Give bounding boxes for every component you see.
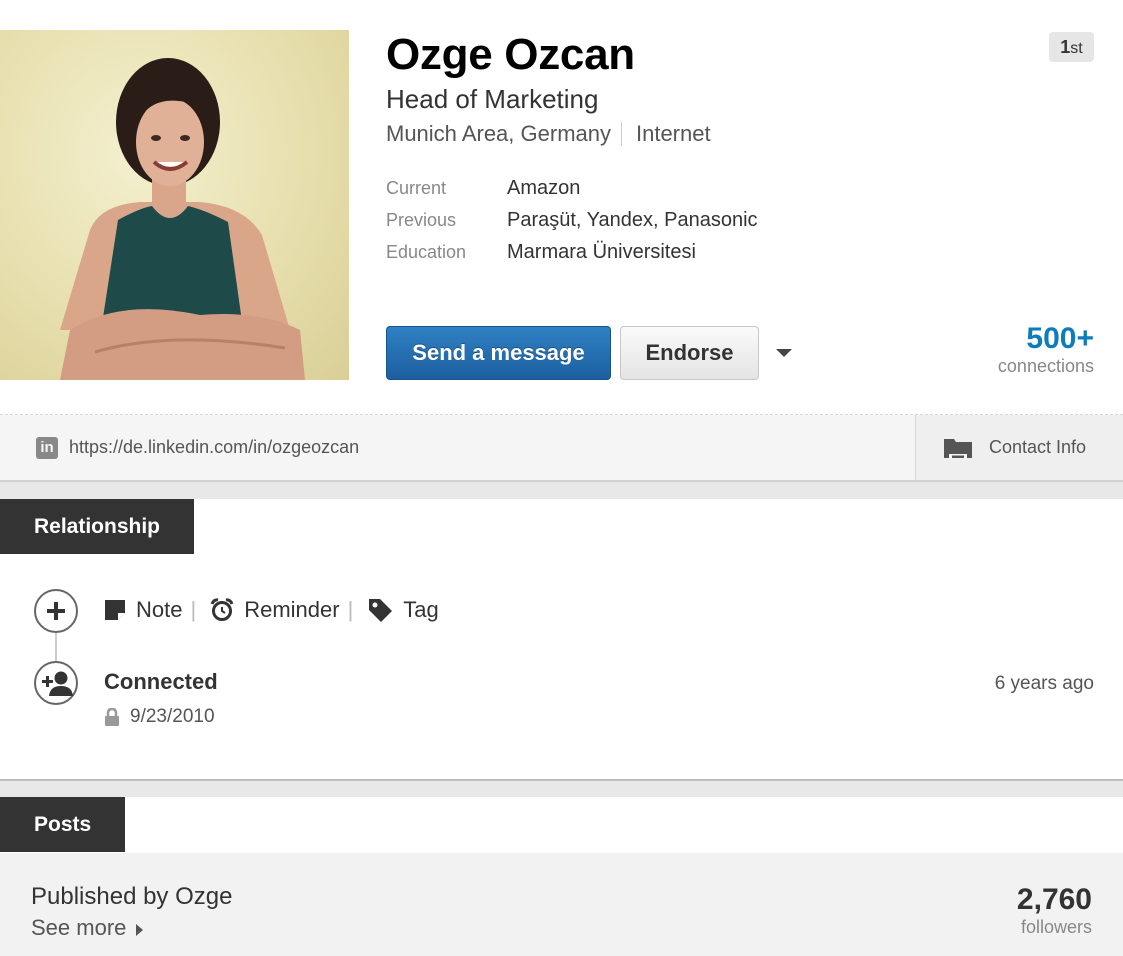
published-by-label: Published by Ozge bbox=[31, 883, 233, 910]
connections-count[interactable]: 500+ bbox=[1026, 322, 1094, 356]
overview-value[interactable]: Marmara Üniversitesi bbox=[507, 241, 696, 264]
connected-time-ago: 6 years ago bbox=[994, 673, 1094, 694]
degree-suffix: st bbox=[1070, 40, 1083, 57]
more-actions-chevron-down-icon[interactable] bbox=[772, 344, 796, 362]
note-label: Note bbox=[136, 597, 183, 622]
overview-current: Current Amazon bbox=[386, 172, 758, 204]
see-more-label: See more bbox=[31, 915, 127, 940]
location-separator bbox=[620, 122, 622, 146]
reminder-label: Reminder bbox=[244, 597, 340, 622]
lock-icon bbox=[105, 708, 119, 726]
send-message-button[interactable]: Send a message bbox=[386, 326, 611, 380]
connected-date-row: 9/23/2010 bbox=[104, 706, 215, 728]
degree-number: 1 bbox=[1060, 37, 1071, 57]
overview-label: Education bbox=[386, 241, 467, 262]
contact-info-label: Contact Info bbox=[989, 437, 1087, 457]
connection-degree-badge: 1st bbox=[1049, 32, 1094, 62]
alarm-clock-icon bbox=[210, 598, 234, 621]
posts-section-title: Posts bbox=[0, 797, 126, 852]
profile-top-card: Ozge Ozcan Head of Marketing Munich Area… bbox=[0, 0, 1123, 482]
overview-value[interactable]: Paraşüt, Yandex, Panasonic bbox=[507, 209, 758, 232]
profile-name: Ozge Ozcan bbox=[386, 30, 635, 79]
timeline-connector bbox=[55, 633, 57, 661]
add-plus-icon[interactable] bbox=[34, 589, 78, 633]
tag-action[interactable]: Tag bbox=[367, 597, 439, 623]
profile-overview: Current Amazon Previous Paraşüt, Yandex,… bbox=[386, 172, 758, 268]
connected-title: Connected bbox=[104, 669, 218, 694]
tag-icon bbox=[369, 599, 393, 622]
note-icon bbox=[105, 600, 125, 620]
tag-label: Tag bbox=[403, 597, 439, 622]
posts-summary: Published by Ozge See more 2,760 followe… bbox=[0, 853, 1123, 956]
location-industry-row: Munich Area, Germany Internet bbox=[386, 121, 711, 147]
folder-card-icon bbox=[944, 438, 972, 458]
action-separator: | bbox=[190, 597, 197, 622]
note-action[interactable]: Note bbox=[104, 597, 182, 623]
see-more-link[interactable]: See more bbox=[31, 915, 144, 941]
relationship-section-title: Relationship bbox=[0, 499, 195, 554]
profile-headline: Head of Marketing bbox=[386, 84, 599, 114]
overview-value[interactable]: Amazon bbox=[507, 177, 580, 200]
action-separator: | bbox=[347, 597, 354, 622]
overview-education: Education Marmara Üniversitesi bbox=[386, 236, 758, 268]
relationship-actions: Note | Reminder | Tag bbox=[104, 597, 439, 623]
connected-person-icon bbox=[34, 661, 78, 705]
overview-label: Previous bbox=[386, 209, 457, 230]
profile-industry[interactable]: Internet bbox=[636, 121, 711, 147]
posts-section: Posts Published by Ozge See more 2,760 f… bbox=[0, 797, 1123, 956]
profile-photo[interactable] bbox=[0, 30, 349, 380]
public-profile-bar: in https://de.linkedin.com/in/ozgeozcan … bbox=[0, 415, 1123, 482]
public-profile-url[interactable]: https://de.linkedin.com/in/ozgeozcan bbox=[69, 437, 359, 458]
overview-previous: Previous Paraşüt, Yandex, Panasonic bbox=[386, 204, 758, 236]
followers-count: 2,760 bbox=[1016, 883, 1092, 916]
followers-label: followers bbox=[1020, 917, 1092, 937]
relationship-section: Relationship Note | Reminder | Tag Conne… bbox=[0, 499, 1123, 781]
linkedin-icon: in bbox=[36, 437, 58, 459]
profile-location[interactable]: Munich Area, Germany bbox=[386, 121, 611, 147]
connections-label: connections bbox=[997, 356, 1094, 376]
overview-label: Current bbox=[386, 177, 447, 198]
contact-info-button[interactable]: Contact Info bbox=[915, 415, 1123, 480]
connected-date: 9/23/2010 bbox=[130, 706, 215, 727]
profile-photo-image bbox=[60, 58, 305, 380]
reminder-action[interactable]: Reminder bbox=[210, 597, 340, 623]
caret-right-icon bbox=[136, 923, 144, 936]
endorse-button[interactable]: Endorse bbox=[620, 326, 759, 380]
